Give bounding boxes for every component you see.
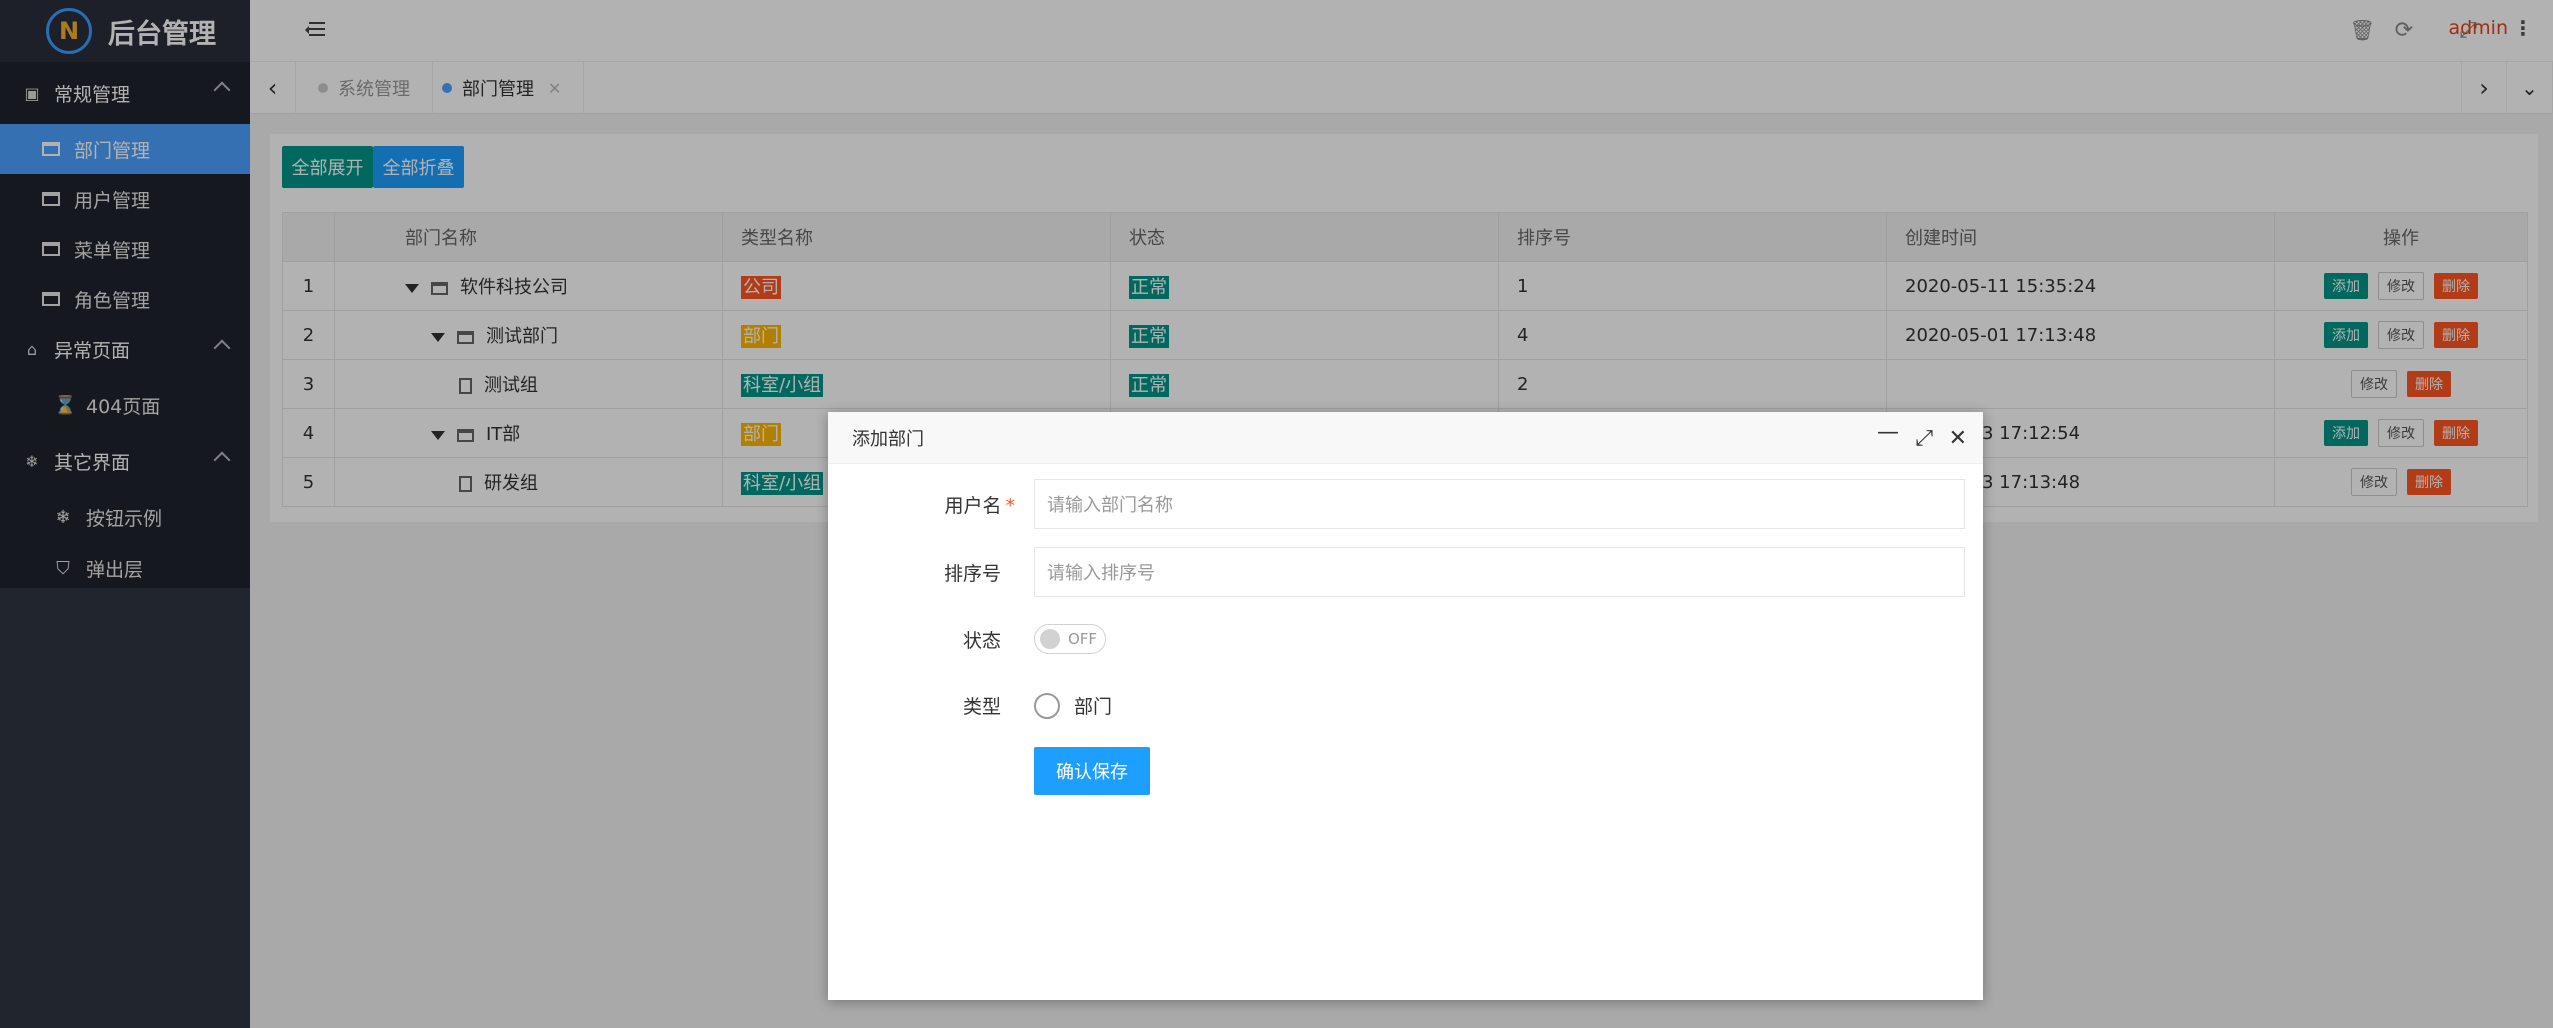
add-department-dialog: 添加部门 — ⤢ ✕ 用户名 * 请输入部门名称 排序号 请输入排序号 状态 OF… <box>828 412 1983 1000</box>
save-button[interactable]: 确认保存 <box>1034 747 1150 795</box>
radio-circle-icon <box>1034 692 1060 719</box>
form-row-status: 状态 OFF <box>828 614 1983 664</box>
minimize-icon[interactable]: — <box>1877 420 1899 445</box>
switch-text: OFF <box>1068 630 1098 648</box>
department-name-input[interactable]: 请输入部门名称 <box>1034 479 1965 529</box>
radio-label: 部门 <box>1074 696 1113 718</box>
form-row-username: 用户名 * 请输入部门名称 <box>828 479 1983 529</box>
status-switch[interactable]: OFF <box>1034 624 1106 654</box>
required-mark: * <box>1005 495 1016 517</box>
switch-knob <box>1040 629 1060 649</box>
sort-input[interactable]: 请输入排序号 <box>1034 547 1965 597</box>
type-label: 类型 <box>962 696 1001 718</box>
sidebar-shade <box>0 0 250 1028</box>
dialog-header: 添加部门 — ⤢ ✕ <box>828 412 1983 464</box>
close-icon[interactable]: ✕ <box>1949 426 1967 451</box>
dialog-title: 添加部门 <box>852 428 924 450</box>
status-label: 状态 <box>962 630 1001 652</box>
type-radio-department[interactable]: 部门 <box>1034 692 1112 719</box>
sort-label: 排序号 <box>943 563 1001 585</box>
form-row-type: 类型 部门 <box>828 680 1983 730</box>
maximize-icon[interactable]: ⤢ <box>1915 426 1933 451</box>
username-label: 用户名 * <box>944 491 1015 518</box>
username-label-text: 用户名 <box>944 495 1002 517</box>
form-row-submit: 确认保存 <box>828 747 1983 797</box>
form-row-sort: 排序号 请输入排序号 <box>828 547 1983 597</box>
